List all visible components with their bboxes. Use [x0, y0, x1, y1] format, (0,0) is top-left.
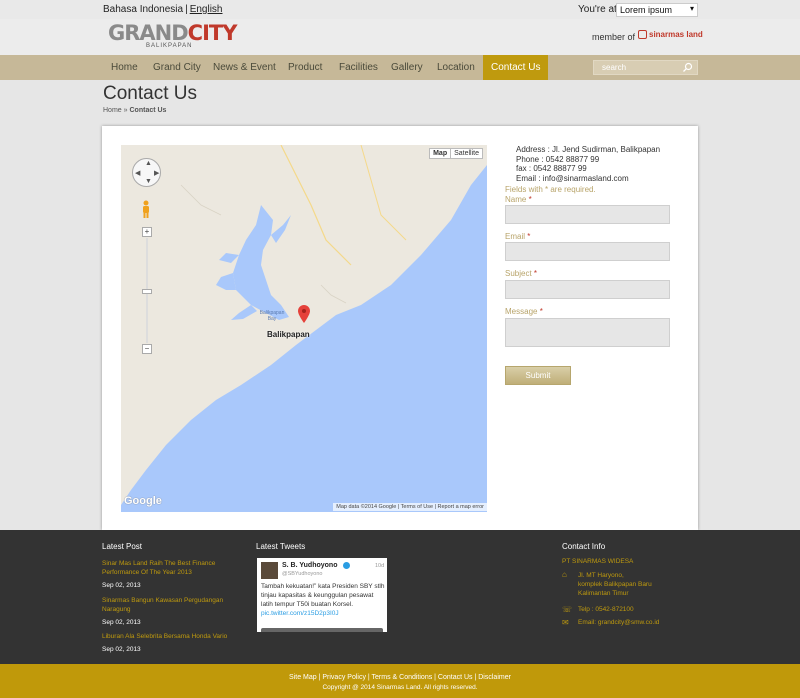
map-type-map[interactable]: Map — [430, 149, 452, 158]
logo-city: CITY — [187, 21, 238, 45]
post-title-2[interactable]: Sinarmas Bangun Kawasan Pergudangan Nara… — [102, 596, 232, 614]
search-input[interactable]: search — [593, 60, 698, 75]
footer-email[interactable]: Email: grandcity@smw.co.id — [578, 618, 659, 627]
message-field[interactable] — [505, 318, 670, 347]
sinarmas-logo[interactable]: sinarmas land — [638, 30, 703, 39]
sinarmas-text: sinarmas land — [649, 30, 703, 39]
name-label: Name * — [505, 195, 532, 204]
city-label: Balikpapan — [267, 330, 310, 339]
nav-home[interactable]: Home — [111, 55, 138, 80]
post-date-2: Sep 02, 2013 — [102, 619, 141, 626]
breadcrumb-separator: » — [123, 107, 128, 114]
arrow-left-icon[interactable]: ◀ — [135, 169, 140, 177]
footer-links[interactable]: Site Map | Privacy Policy | Terms & Cond… — [0, 674, 800, 681]
mail-icon: ✉ — [562, 618, 569, 627]
post-title-3[interactable]: Liburan Ala Selebrita Bersama Honda Vari… — [102, 632, 232, 641]
contact-phone: Phone : 0542 88877 99 — [516, 154, 600, 164]
contact-email: Email : info@sinarmasland.com — [516, 173, 629, 183]
phone-icon: ☏ — [562, 605, 573, 614]
lang-english-link[interactable]: English — [190, 4, 223, 15]
tweet-link[interactable]: pic.twitter.com/z15D2p3I0J — [261, 610, 339, 617]
logo-grand: GRAND — [108, 21, 189, 45]
tweet-image[interactable] — [261, 628, 383, 632]
breadcrumb-home[interactable]: Home — [103, 107, 122, 114]
arrow-right-icon[interactable]: ▶ — [154, 169, 159, 177]
copyright: Copyright @ 2014 Sinarmas Land. All righ… — [322, 684, 478, 691]
language-switcher: Bahasa Indonesia | English — [103, 4, 223, 15]
map-type-satellite[interactable]: Satellite — [451, 149, 482, 158]
pan-control[interactable]: ▲ ▼ ◀ ▶ — [132, 158, 161, 187]
contact-details: Address : Jl. Jend Sudirman, Balikpapan … — [516, 145, 660, 183]
company-name: PT SINARMAS WIDESA — [562, 558, 634, 565]
breadcrumb: Home » Contact Us — [103, 107, 166, 114]
page-title: Contact Us — [103, 83, 197, 104]
location-map[interactable]: Map Satellite ▲ ▼ ◀ ▶ + − Balikpapan Bay… — [121, 145, 487, 512]
verified-icon — [343, 562, 350, 569]
post-date-1: Sep 02, 2013 — [102, 582, 141, 589]
bottom-bar: Site Map | Privacy Policy | Terms & Cond… — [0, 664, 800, 698]
footer-address: Jl. MT Haryono, komplek Balikpapan Baru … — [578, 572, 652, 597]
tweet-text: Tambah kekuatan!” kata Presiden SBY stlh… — [261, 583, 385, 617]
search-icon[interactable] — [682, 62, 693, 75]
email-label: Email * — [505, 232, 531, 241]
tweet-handle[interactable]: @SBYudhoyono — [282, 571, 322, 577]
latest-post-heading: Latest Post — [102, 542, 143, 551]
required-note: Fields with * are required. — [505, 185, 596, 194]
lang-indonesia-link[interactable]: Bahasa Indonesia — [103, 4, 183, 15]
contact-info-heading: Contact Info — [562, 542, 606, 551]
arrow-down-icon[interactable]: ▼ — [145, 178, 152, 185]
home-icon: ⌂ — [562, 570, 567, 579]
map-attribution[interactable]: Map data ©2014 Google | Terms of Use | R… — [333, 503, 487, 511]
zoom-out-button[interactable]: − — [142, 344, 152, 354]
grandcity-logo[interactable]: GRANDCITY BALIKPAPAN — [108, 21, 238, 49]
map-type-toggle: Map Satellite — [429, 148, 483, 159]
property-select-value: Lorem ipsum — [620, 5, 673, 15]
contact-address: Address : Jl. Jend Sudirman, Balikpapan — [516, 145, 661, 154]
nav-news-event[interactable]: News & Event — [213, 55, 276, 80]
message-label: Message * — [505, 307, 543, 316]
nav-facilities[interactable]: Facilities — [339, 55, 378, 80]
subject-field[interactable] — [505, 280, 670, 299]
latest-tweets-heading: Latest Tweets — [256, 542, 306, 551]
post-title-1[interactable]: Sinar Mas Land Raih The Best Finance Per… — [102, 559, 232, 577]
top-bar: Bahasa Indonesia | English You're at Lorem… — [0, 0, 800, 19]
nav-gallery[interactable]: Gallery — [391, 55, 423, 80]
arrow-up-icon[interactable]: ▲ — [145, 160, 152, 167]
nav-contact-us[interactable]: Contact Us — [483, 55, 549, 80]
google-logo[interactable]: Google — [124, 495, 162, 507]
zoom-slider-handle[interactable] — [142, 289, 152, 294]
subject-label: Subject * — [505, 269, 538, 278]
tweet-author[interactable]: S. B. Yudhoyono — [282, 562, 337, 569]
search-placeholder: search — [602, 63, 627, 72]
zoom-in-button[interactable]: + — [142, 227, 152, 237]
breadcrumb-current: Contact Us — [129, 107, 167, 114]
nav-location[interactable]: Location — [437, 55, 475, 80]
site-header: GRANDCITY BALIKPAPAN member of sinarmas … — [0, 19, 800, 55]
bay-label: Balikpapan Bay — [259, 310, 285, 322]
submit-button[interactable]: Submit — [505, 366, 571, 385]
name-field[interactable] — [505, 205, 670, 224]
property-select-label: You're at — [578, 4, 617, 15]
property-select[interactable]: Lorem ipsum ▾ — [616, 3, 698, 17]
tweet-card[interactable]: S. B. Yudhoyono @SBYudhoyono 10d Tambah … — [257, 558, 387, 632]
email-field[interactable] — [505, 242, 670, 261]
nav-product[interactable]: Product — [288, 55, 322, 80]
lang-separator: | — [185, 4, 188, 15]
map-marker-icon[interactable] — [298, 305, 310, 323]
map-terrain — [121, 145, 487, 505]
member-of-label: member of — [592, 32, 636, 42]
footer-phone: Telp : 0542-872100 — [578, 606, 634, 613]
nav-grand-city[interactable]: Grand City — [153, 55, 201, 80]
contact-fax: fax : 0542 88877 99 — [516, 164, 587, 173]
main-nav: Home Grand City News & Event Product Fac… — [0, 55, 800, 80]
sinarmas-mark-icon — [638, 30, 647, 39]
avatar[interactable] — [261, 562, 278, 579]
post-date-3: Sep 02, 2013 — [102, 646, 141, 653]
pegman-icon[interactable] — [142, 200, 150, 218]
chevron-down-icon: ▾ — [689, 4, 694, 13]
tweet-time: 10d — [375, 563, 385, 569]
